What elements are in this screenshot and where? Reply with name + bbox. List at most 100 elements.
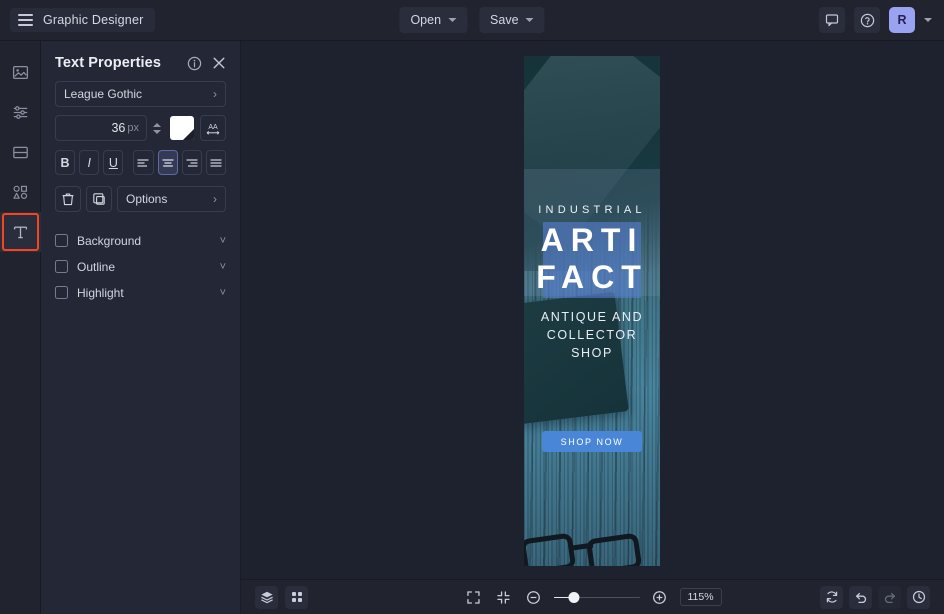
font-family-select[interactable]: League Gothic › [55,81,226,107]
italic-button[interactable]: I [79,150,99,175]
design-cta-button[interactable]: SHOP NOW [542,431,642,452]
font-size-input[interactable]: 36 px [55,115,147,141]
highlight-checkbox[interactable] [55,286,68,299]
bottom-toolbar: 115% [241,579,944,614]
save-label: Save [490,13,519,27]
options-button[interactable]: Options › [117,186,226,212]
outline-checkbox[interactable] [55,260,68,273]
align-center-icon [161,157,175,169]
bold-button[interactable]: B [55,150,75,175]
fit-to-screen-button[interactable] [493,587,513,607]
design-headline-line1[interactable]: ARTI [524,224,660,256]
layers-button[interactable] [255,586,278,609]
avatar[interactable]: R [889,7,915,33]
toggle-highlight[interactable]: Highlight ˅ [41,280,240,305]
panel-title: Text Properties [55,55,177,71]
duplicate-button[interactable] [86,186,112,212]
panel-header: Text Properties [41,41,240,81]
trash-icon [61,192,75,206]
layers-icon [260,590,274,604]
slider-knob[interactable] [569,592,580,603]
fullscreen-button[interactable] [463,587,483,607]
grid-icon [290,590,304,604]
rail-item-image-tool[interactable] [0,52,41,92]
zoom-out-button[interactable] [523,587,543,607]
chevron-down-icon[interactable]: ˅ [220,287,226,299]
open-label: Open [410,13,441,27]
stepper-up-icon [153,123,161,127]
toggle-outline[interactable]: Outline ˅ [41,254,240,279]
open-button[interactable]: Open [399,7,467,33]
chevron-down-icon [526,18,534,22]
lens-left [524,533,576,566]
app-menu-button[interactable]: Graphic Designer [10,8,155,32]
font-size-stepper[interactable] [153,123,164,134]
align-justify-button[interactable] [206,150,226,175]
chevron-right-icon: › [213,192,217,206]
align-right-button[interactable] [182,150,202,175]
chevron-down-icon[interactable]: ˅ [220,235,226,247]
design-eyebrow[interactable]: INDUSTRIAL [524,204,660,216]
comment-button[interactable] [819,7,845,33]
background-checkbox[interactable] [55,234,68,247]
outline-label: Outline [77,260,220,274]
help-button[interactable] [854,7,880,33]
file-actions: Open Save [399,7,544,33]
chevron-right-icon: › [213,87,217,101]
info-circle-icon [187,56,202,71]
align-justify-icon [209,157,223,169]
grid-button[interactable] [285,586,308,609]
stepper-down-icon [153,130,161,134]
chevron-down-icon[interactable]: ˅ [220,261,226,273]
history-icon [912,590,926,604]
design-subhead[interactable]: ANTIQUE AND COLLECTOR SHOP [532,308,652,362]
align-left-icon [136,157,150,169]
design-artboard[interactable]: INDUSTRIAL ARTI FACT ANTIQUE AND COLLECT… [524,56,660,566]
undo-button[interactable] [849,586,872,609]
background-label: Background [77,234,220,248]
canvas-area[interactable]: INDUSTRIAL ARTI FACT ANTIQUE AND COLLECT… [241,41,944,579]
duplicate-icon [92,192,106,206]
refresh-button[interactable] [820,586,843,609]
frame-icon [12,144,29,161]
toggle-background[interactable]: Background ˅ [41,228,240,253]
zoom-slider[interactable] [553,592,639,603]
account-actions: R [819,7,932,33]
bottom-left-tools [255,586,308,609]
rail-item-frame-tool[interactable] [0,132,41,172]
save-button[interactable]: Save [479,7,545,33]
font-size-row: 36 px AA [41,115,240,141]
options-label: Options [126,192,213,206]
hamburger-icon [18,14,33,26]
shapes-icon [12,184,29,201]
align-left-button[interactable] [133,150,153,175]
rail-item-adjust-tool[interactable] [0,92,41,132]
close-button[interactable] [212,56,226,70]
text-properties-panel: Text Properties League Gothic › [41,41,241,614]
image-icon [12,64,29,81]
rail-item-text-tool[interactable] [0,212,41,252]
app-root: Graphic Designer Open Save [0,0,944,614]
delete-button[interactable] [55,186,81,212]
lens-right [586,533,643,566]
redo-button[interactable] [878,586,901,609]
letter-spacing-button[interactable]: AA [200,115,226,141]
history-button[interactable] [907,586,930,609]
font-family-row: League Gothic › [41,81,240,107]
glasses-photo-element [524,518,660,566]
account-chevron-down-icon[interactable] [924,18,932,22]
top-toolbar: Graphic Designer Open Save [0,0,944,41]
info-button[interactable] [187,56,202,71]
underline-label: U [109,156,118,170]
align-center-button[interactable] [158,150,178,175]
font-family-value: League Gothic [64,87,213,101]
text-color-swatch[interactable] [170,116,194,140]
font-size-unit: px [127,122,139,134]
design-headline-line2[interactable]: FACT [524,261,660,293]
rail-item-shapes-tool[interactable] [0,172,41,212]
zoom-value[interactable]: 115% [679,588,721,606]
underline-button[interactable]: U [103,150,123,175]
font-size-value: 36 [111,121,125,135]
zoom-in-button[interactable] [649,587,669,607]
sliders-icon [12,104,29,121]
